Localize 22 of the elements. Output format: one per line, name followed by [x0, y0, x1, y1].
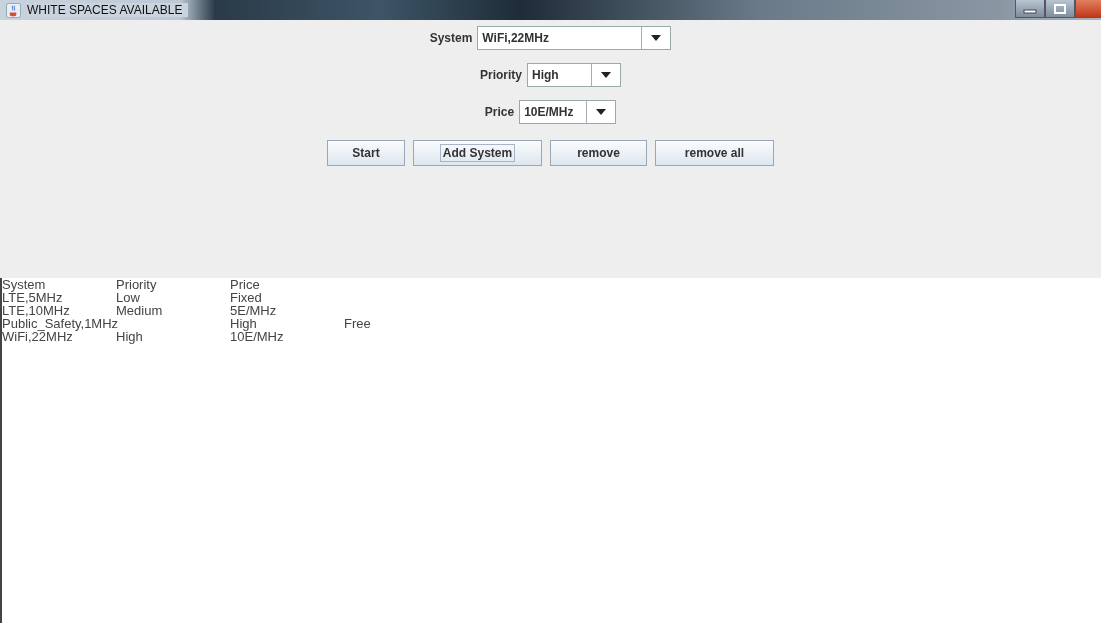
maximize-button[interactable] — [1045, 0, 1075, 18]
cup-icon — [6, 2, 21, 18]
dropdown[interactable]: 10E/MHz — [519, 100, 617, 124]
window-title: WHITE SPACES AVAILABLE — [27, 3, 189, 17]
output-line: WiFi,22MHz High 10E/MHz — [2, 330, 285, 343]
minimize-button[interactable] — [1015, 0, 1045, 18]
output-line: Public_Safety,1MHz High Free — [2, 317, 372, 330]
output-line: LTE,10MHz Medium 5E/MHz — [2, 304, 278, 317]
output-line: System Priority Price — [2, 278, 261, 291]
caret-icon — [601, 72, 611, 78]
dropdown[interactable]: WiFi,22MHz — [477, 26, 672, 50]
action-button[interactable]: Start — [327, 140, 405, 166]
action-button[interactable]: remove all — [655, 140, 774, 166]
dropdown[interactable]: High — [527, 63, 621, 87]
output-line: LTE,5MHz Low Fixed — [2, 291, 263, 304]
action-button[interactable]: remove — [550, 140, 647, 166]
caret-icon — [651, 35, 662, 41]
field-label: Price — [484, 105, 515, 119]
caret-icon — [596, 109, 607, 115]
field-label: Priority — [480, 68, 522, 82]
action-button[interactable]: Add System — [413, 140, 542, 166]
field-label: System — [429, 31, 473, 45]
